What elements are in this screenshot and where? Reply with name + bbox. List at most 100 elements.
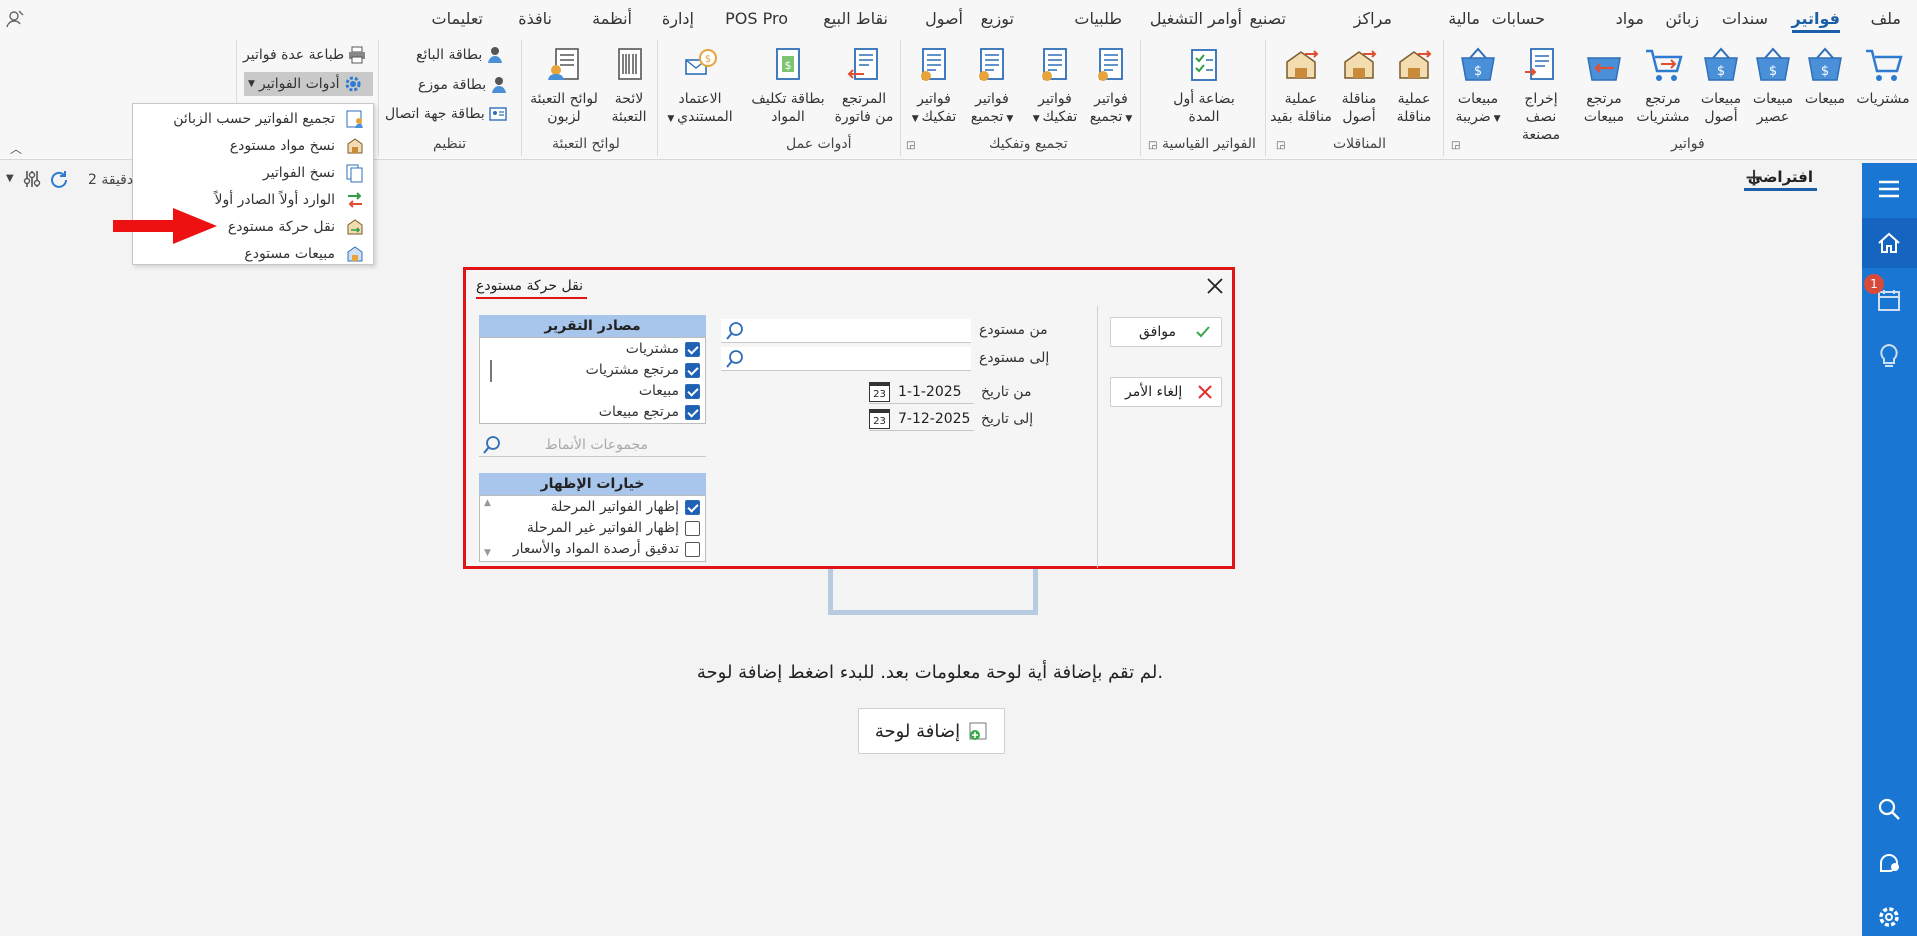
purchases-button[interactable]: مشتريات: [1852, 46, 1914, 108]
dropdown-chevron-icon[interactable]: ▼: [6, 173, 14, 184]
gear-icon: [345, 76, 361, 92]
printer-icon: [349, 46, 366, 64]
menu-pos[interactable]: نقاط البيع: [823, 9, 888, 28]
from-date-field[interactable]: 23 1-1-2025: [869, 380, 974, 404]
tax-sales-button[interactable]: $ مبيعات ضريبة ▼: [1450, 46, 1506, 128]
svg-text:$: $: [1717, 64, 1725, 79]
group-label-invoices: فواتير: [1671, 136, 1705, 152]
show-unposted-invoices-checkbox[interactable]: [685, 521, 700, 536]
source-purchase-returns-checkbox[interactable]: [685, 363, 700, 378]
group-launcher-icon[interactable]: ◲: [1451, 140, 1460, 151]
to-warehouse-label: إلى مستودع: [979, 350, 1050, 366]
to-date-field[interactable]: 23 7-12-2025: [869, 407, 974, 431]
menu-vouchers[interactable]: سندات: [1722, 9, 1768, 28]
show-posted-invoices-checkbox[interactable]: [685, 500, 700, 515]
menu-help[interactable]: تعليمات: [432, 9, 483, 28]
menu-materials[interactable]: مواد: [1616, 9, 1644, 28]
material-cost-card-button[interactable]: $ بطاقة تكليف المواد: [746, 46, 830, 126]
menu-work-orders[interactable]: أوامر التشغيل: [1150, 9, 1242, 28]
settings-sliders-icon[interactable]: [22, 169, 42, 193]
group-launcher-icon[interactable]: ◲: [1148, 140, 1157, 151]
document-icon: [1525, 48, 1554, 80]
copy-warehouse-icon: [347, 138, 363, 154]
seller-card-button[interactable]: بطاقة البائع: [416, 46, 504, 64]
display-options-header: خيارات الإظهار: [479, 473, 706, 495]
purchase-return-button[interactable]: مرتجع مشتريات: [1632, 46, 1694, 126]
menu-item-copy-warehouse-materials[interactable]: نسخ مواد مستودع: [230, 136, 365, 156]
pattern-groups-search[interactable]: مجموعات الأنماط: [479, 433, 706, 457]
asset-transfer-button[interactable]: مناقلة أصول: [1332, 46, 1386, 126]
home-nav-item[interactable]: [1862, 218, 1917, 268]
add-panel-button[interactable]: إضافة لوحة: [858, 708, 1005, 754]
sales-return-button[interactable]: مرتجع مبيعات: [1576, 46, 1632, 126]
assembly-invoices-button[interactable]: فواتير تجميع ▼: [1084, 46, 1138, 128]
user-icon[interactable]: [6, 10, 24, 32]
group-launcher-icon[interactable]: ◲: [906, 140, 915, 151]
hamburger-menu-icon[interactable]: [1877, 179, 1901, 203]
scroll-up-icon[interactable]: ▲: [484, 498, 491, 508]
invoice-icon: [979, 48, 1004, 81]
from-warehouse-field[interactable]: [721, 319, 971, 343]
source-purchases-checkbox[interactable]: [685, 342, 700, 357]
menu-manufacturing[interactable]: تصنيع: [1250, 9, 1287, 28]
help-assistant-icon[interactable]: [1877, 851, 1901, 879]
menu-item-transfer-warehouse-movement[interactable]: نقل حركة مستودع: [228, 217, 365, 237]
menu-pos-pro[interactable]: POS Pro: [725, 9, 788, 28]
menu-accounts[interactable]: حسابات: [1492, 9, 1545, 28]
distributor-card-button[interactable]: بطاقة موزع: [418, 76, 508, 94]
menu-assets[interactable]: أصول: [925, 9, 963, 28]
source-sales-checkbox[interactable]: [685, 384, 700, 399]
contact-card-button[interactable]: بطاقة جهة اتصال: [385, 105, 507, 123]
source-sales-returns-checkbox[interactable]: [685, 405, 700, 420]
list-scrollbar[interactable]: [490, 360, 492, 382]
collapse-ribbon-icon[interactable]: ︿: [10, 140, 22, 157]
invoice-tools-button[interactable]: ▼ أدوات الفواتير: [244, 72, 373, 96]
sales-button[interactable]: $ مبيعات: [1800, 46, 1850, 108]
transfer-with-entry-button[interactable]: عملية مناقلة بقيد: [1270, 46, 1332, 126]
menu-item-group-invoices-by-customer[interactable]: تجميع الفواتير حسب الزبائن: [173, 109, 365, 129]
packing-list-button[interactable]: لائحة التعبئة: [604, 46, 654, 126]
to-warehouse-field[interactable]: [721, 347, 971, 371]
letter-of-credit-button[interactable]: $ الاعتماد ▼ المستندي: [660, 46, 740, 128]
print-multiple-invoices-button[interactable]: طباعة عدة فواتير: [243, 46, 366, 64]
calendar-icon[interactable]: 23: [869, 408, 890, 429]
lightbulb-icon[interactable]: [1877, 343, 1901, 373]
chevron-down-icon: ▼: [248, 79, 255, 89]
warehouse-movement-dialog: نقل حركة مستودع موافق إلغاء الأمر من مست…: [463, 267, 1235, 569]
group-launcher-icon[interactable]: ◲: [1276, 140, 1285, 151]
disassembly-invoices-button-2[interactable]: فواتير ▼ تفكيك: [906, 46, 962, 128]
menu-orders[interactable]: طلبيات: [1074, 9, 1122, 28]
menu-invoices[interactable]: فواتير: [1791, 9, 1840, 33]
cancel-button[interactable]: إلغاء الأمر: [1110, 377, 1222, 407]
menu-systems[interactable]: أنظمة: [592, 9, 632, 28]
ok-button[interactable]: موافق: [1110, 317, 1222, 347]
menu-administration[interactable]: إدارة: [662, 9, 694, 28]
menu-item-warehouse-sales[interactable]: مبيعات مستودع: [244, 244, 365, 264]
opening-stock-button[interactable]: بضاعة أول المدة: [1168, 46, 1240, 126]
settings-gear-icon[interactable]: [1877, 905, 1901, 933]
menu-window[interactable]: نافذة: [518, 9, 552, 28]
asset-sales-button[interactable]: $ مبيعات أصول: [1696, 46, 1746, 126]
calendar-icon[interactable]: [1877, 288, 1901, 316]
add-tab-icon[interactable]: +: [1744, 163, 1764, 191]
semi-finished-output-button[interactable]: إخراج نصف مصنعة: [1508, 46, 1574, 144]
scroll-down-icon[interactable]: ▼: [484, 548, 491, 558]
return-from-invoice-button[interactable]: المرتجع من فاتورة: [830, 46, 898, 126]
calendar-icon[interactable]: 23: [869, 381, 890, 402]
menu-customers[interactable]: زبائن: [1665, 9, 1699, 28]
cart-return-icon: [1646, 49, 1683, 81]
juice-sales-button[interactable]: $ مبيعات عصير: [1748, 46, 1798, 126]
menu-distribution[interactable]: توزيع: [981, 9, 1014, 28]
disassembly-invoices-button[interactable]: فواتير ▼ تفكيك: [1028, 46, 1082, 128]
check-icon: [1196, 326, 1210, 338]
transfer-operation-button[interactable]: عملية مناقلة: [1386, 46, 1442, 126]
customer-packing-lists-button[interactable]: لوائح التعبئة لزبون: [524, 46, 604, 126]
refresh-icon[interactable]: [48, 169, 70, 195]
search-icon[interactable]: [1877, 797, 1901, 825]
menu-centers[interactable]: مراكز: [1354, 9, 1392, 28]
close-icon[interactable]: [1206, 277, 1224, 299]
menu-file[interactable]: ملف: [1871, 9, 1901, 28]
audit-balances-checkbox[interactable]: [685, 542, 700, 557]
menu-finance[interactable]: مالية: [1448, 9, 1480, 28]
assembly-invoices-button-2[interactable]: فواتير تجميع ▼: [964, 46, 1020, 128]
